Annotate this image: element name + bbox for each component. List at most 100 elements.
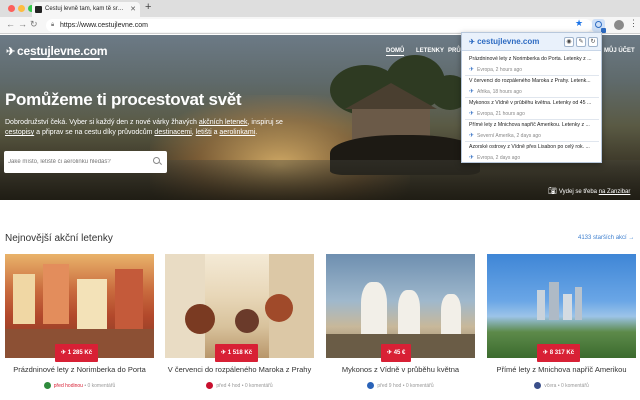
- forward-icon[interactable]: →: [18, 19, 27, 29]
- deal-title[interactable]: Přímé lety z Mnichova napříč Amerikou: [487, 365, 636, 374]
- deal-meta: před hodinou • 0 komentářů: [5, 382, 154, 389]
- url-text: https://www.cestujlevne.com: [60, 22, 148, 29]
- extension-popup: ✈ cestujlevne.com ◉ ✎ ↻ Prázdninové lety…: [461, 32, 602, 163]
- search-input[interactable]: [8, 155, 148, 169]
- link-travelogues[interactable]: cestopisy: [5, 129, 34, 136]
- intro-text: a připrav se na cestu díky průvodcům: [34, 129, 155, 136]
- photo-credit-link[interactable]: na Zanzibar: [599, 189, 631, 195]
- deal-image: [5, 254, 154, 358]
- settings-icon[interactable]: ✎: [576, 37, 586, 47]
- site-favicon-icon: [35, 6, 42, 13]
- plane-icon: ✈: [469, 155, 475, 161]
- popup-deal-title: Azorské ostrovy z Vídně přes Lisabon po …: [469, 144, 590, 150]
- popup-deal-item[interactable]: Prázdninové lety z Norimberka do Porta. …: [465, 54, 599, 76]
- popup-deal-title: V červenci do rozpáleného Maroka z Prahy…: [469, 78, 591, 84]
- deal-card[interactable]: ✈ 1 285 Kč Prázdninové lety z Norimberka…: [5, 254, 154, 400]
- bookmark-star-icon[interactable]: ★: [575, 18, 583, 29]
- deal-card[interactable]: ✈ 8 317 Kč Přímé lety z Mnichova napříč …: [487, 254, 636, 400]
- plane-icon: ✈: [469, 67, 475, 73]
- extension-button[interactable]: [592, 19, 606, 33]
- popup-deal-region: Afrika: [477, 89, 490, 95]
- browser-menu-icon[interactable]: ⋮: [629, 18, 638, 29]
- deal-title[interactable]: Mykonos z Vídně v průběhu května: [326, 365, 475, 374]
- usa-flag-icon: [534, 382, 542, 389]
- price-badge: ✈ 1 285 Kč: [55, 344, 99, 362]
- price-badge: ✈ 8 317 Kč: [537, 344, 581, 362]
- photo-credit: 📷︎ Vydej se třeba na Zanzibar: [548, 187, 630, 195]
- older-deals-link[interactable]: 4133 starších akcí →: [578, 235, 634, 241]
- popup-deal-region: Evropa: [477, 111, 493, 117]
- back-icon[interactable]: ←: [6, 19, 15, 29]
- popup-deal-region: Severní Amerika: [477, 133, 514, 139]
- popup-deal-item[interactable]: Přímé lety z Mnichova napříč Amerikou. L…: [465, 120, 599, 142]
- deal-time: před 9 hod: [377, 382, 402, 389]
- deal-meta: před 4 hod • 0 komentářů: [165, 382, 314, 389]
- browser-tab-bar: Cestuj levně tam, kam tě srdce ✕ +: [0, 0, 640, 17]
- deal-title[interactable]: Prázdninové lety z Norimberka do Porta: [5, 365, 154, 374]
- hero-headline: Pomůžeme ti procestovat svět: [5, 90, 242, 109]
- nav-guides[interactable]: PRŮ: [448, 48, 461, 54]
- popup-deal-region: Evropa: [477, 67, 493, 73]
- portugal-flag-icon: [43, 382, 51, 389]
- popup-deal-time: 21 hours ago: [495, 111, 525, 117]
- deal-image: [326, 254, 475, 358]
- deal-comments: • 0 komentářů: [241, 382, 273, 389]
- minimize-window-button[interactable]: [18, 5, 25, 12]
- intro-text: Dobrodružství čeká. Vyber si každý den z…: [5, 119, 199, 126]
- popup-deal-title: Přímé lety z Mnichova napříč Amerikou. L…: [469, 122, 590, 128]
- popup-deal-time: 18 hours ago: [492, 89, 522, 95]
- plane-icon: ✈: [469, 133, 475, 139]
- deal-image: [487, 254, 636, 358]
- logo-underline: [30, 58, 100, 60]
- photo-credit-text: Vydej se třeba: [558, 189, 599, 195]
- deal-title[interactable]: V červenci do rozpáleného Maroka z Prahy: [165, 365, 314, 374]
- extension-icon: [595, 21, 602, 28]
- popup-deal-time: 2 days ago: [495, 155, 521, 161]
- link-destinations[interactable]: destinacemi: [154, 129, 191, 136]
- address-bar[interactable]: 🔒︎ https://www.cestujlevne.com: [46, 19, 592, 32]
- view-icon[interactable]: ◉: [564, 37, 574, 47]
- popup-deal-time: 2 hours ago: [495, 67, 523, 73]
- intro-text: , inspiruj se: [247, 119, 283, 126]
- deal-time: včera: [544, 382, 557, 389]
- deal-comments: • 0 komentářů: [557, 382, 589, 389]
- close-tab-icon[interactable]: ✕: [130, 2, 136, 17]
- nav-home[interactable]: DOMŮ: [386, 48, 405, 56]
- popup-deal-title: Mykonos z Vídně v průběhu května. Letenk…: [469, 100, 592, 106]
- section-title: Nejnovější akční letenky: [5, 233, 113, 244]
- deal-card[interactable]: ✈ 1 518 Kč V červenci do rozpáleného Mar…: [165, 254, 314, 400]
- profile-avatar[interactable]: [614, 20, 624, 30]
- plane-icon: ✈: [469, 111, 475, 117]
- popup-logo[interactable]: ✈ cestujlevne.com: [469, 37, 539, 46]
- tab-title: Cestuj levně tam, kam tě srdce: [45, 6, 125, 12]
- price-badge: ✈ 45 €: [381, 344, 412, 362]
- link-airlines[interactable]: aerolinkami: [219, 129, 255, 136]
- refresh-icon[interactable]: ↻: [588, 37, 598, 47]
- popup-deal-item[interactable]: Mykonos z Vídně v průběhu května. Letenk…: [465, 98, 599, 120]
- popup-logo-text: cestujlevne.com: [477, 37, 540, 46]
- deal-image: [165, 254, 314, 358]
- link-airports[interactable]: letišti: [196, 129, 212, 136]
- search-icon[interactable]: [153, 157, 160, 164]
- new-tab-button[interactable]: +: [145, 1, 151, 13]
- hero-intro: Dobrodružství čeká. Vyber si každý den z…: [5, 118, 295, 138]
- browser-tab[interactable]: Cestuj levně tam, kam tě srdce ✕: [32, 2, 140, 17]
- search-box: [4, 151, 167, 173]
- link-flight-deals[interactable]: akčních letenek: [199, 119, 248, 126]
- greece-flag-icon: [367, 382, 375, 389]
- popup-deal-item[interactable]: V červenci do rozpáleného Maroka z Prahy…: [465, 76, 599, 98]
- plane-icon: ✈: [6, 46, 16, 58]
- close-window-button[interactable]: [8, 5, 15, 12]
- popup-header: ✈ cestujlevne.com ◉ ✎ ↻: [462, 33, 601, 51]
- morocco-flag-icon: [206, 382, 214, 389]
- intro-text: .: [255, 129, 258, 136]
- reload-icon[interactable]: ↻: [30, 19, 38, 30]
- nav-account[interactable]: MŮJ ÚČET: [604, 48, 635, 54]
- deal-meta: včera • 0 komentářů: [487, 382, 636, 389]
- deal-card[interactable]: ✈ 45 € Mykonos z Vídně v průběhu května …: [326, 254, 475, 400]
- nav-flights[interactable]: LETENKY: [416, 48, 444, 54]
- popup-deal-item[interactable]: Azorské ostrovy z Vídně přes Lisabon po …: [465, 142, 599, 164]
- site-logo[interactable]: ✈ cestujlevne.com: [6, 44, 108, 60]
- plane-icon: ✈: [469, 39, 475, 46]
- deal-time: před hodinou: [53, 382, 83, 389]
